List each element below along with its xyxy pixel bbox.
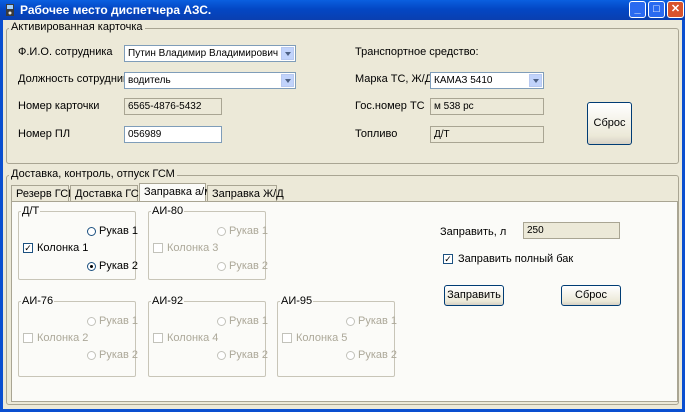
hose2-radio[interactable] xyxy=(217,262,226,271)
fuel-field: Д/Т xyxy=(430,126,544,143)
position-combo[interactable]: водитель xyxy=(124,72,296,89)
app-icon xyxy=(3,3,17,17)
hose2-radio[interactable] xyxy=(87,351,96,360)
hose1-radio[interactable] xyxy=(87,227,96,236)
card-number-label: Номер карточки xyxy=(18,100,100,112)
hose1-radio[interactable] xyxy=(217,317,226,326)
tab-delivery[interactable]: Доставка ГСМ xyxy=(70,185,148,202)
hose1-label: Рукав 1 xyxy=(99,315,139,327)
tab-refuel-car[interactable]: Заправка а/м xyxy=(139,183,212,202)
hose2-radio[interactable] xyxy=(87,262,96,271)
column-label: Колонка 4 xyxy=(167,332,219,344)
hose1-label: Рукав 1 xyxy=(229,315,269,327)
fuel-group-title: АИ-95 xyxy=(280,295,314,307)
check-icon: ✓ xyxy=(444,254,452,264)
hose1-radio[interactable] xyxy=(217,227,226,236)
column-label: Колонка 3 xyxy=(167,242,219,254)
card-reset-button[interactable]: Сброс xyxy=(587,102,632,145)
fuel-group-title: АИ-92 xyxy=(151,295,185,307)
plate-field: м 538 рс xyxy=(430,98,544,115)
fuel-group-title: АИ-76 xyxy=(21,295,55,307)
vehicle-make-combo[interactable]: КАМАЗ 5410 xyxy=(430,72,544,89)
column-checkbox[interactable] xyxy=(23,333,33,343)
fio-combo[interactable]: Путин Владимир Владимирович xyxy=(124,45,296,62)
hose1-label: Рукав 1 xyxy=(229,225,269,237)
hose1-label: Рукав 1 xyxy=(99,225,139,237)
hose1-radio[interactable] xyxy=(346,317,355,326)
hose1-label: Рукав 1 xyxy=(358,315,398,327)
maximize-button[interactable]: □ xyxy=(648,1,665,18)
fuel-group-title: Д/Т xyxy=(21,205,41,217)
chevron-down-icon[interactable] xyxy=(529,74,542,87)
fio-label: Ф.И.О. сотрудника xyxy=(18,46,113,58)
plate-label: Гос.номер ТС xyxy=(355,100,425,112)
refuel-amount-label: Заправить, л xyxy=(440,226,507,238)
close-icon: ✕ xyxy=(670,3,681,15)
vehicle-label: Транспортное средство: xyxy=(355,46,479,58)
pl-number-input[interactable]: 056989 xyxy=(124,126,222,143)
card-number-field: 6565-4876-5432 xyxy=(124,98,222,115)
maximize-icon: □ xyxy=(653,3,660,15)
column-checkbox[interactable] xyxy=(282,333,292,343)
hose2-label: Рукав 2 xyxy=(99,349,139,361)
position-label: Должность сотрудника xyxy=(18,73,135,85)
hose1-radio[interactable] xyxy=(87,317,96,326)
hose2-label: Рукав 2 xyxy=(99,260,139,272)
close-button[interactable]: ✕ xyxy=(667,1,684,18)
tab-reserve[interactable]: Резерв ГСМ xyxy=(11,185,77,202)
position-value: водитель xyxy=(128,75,171,86)
chevron-down-icon[interactable] xyxy=(281,47,294,60)
column-checkbox[interactable] xyxy=(153,333,163,343)
delivery-group-title: Доставка, контроль, отпуск ГСМ xyxy=(9,168,177,180)
hose2-radio[interactable] xyxy=(217,351,226,360)
chevron-down-icon[interactable] xyxy=(281,74,294,87)
pl-number-label: Номер ПЛ xyxy=(18,128,71,140)
window-title: Рабочее место диспетчера АЗС. xyxy=(20,3,212,17)
column-checkbox[interactable]: ✓ xyxy=(23,243,33,253)
column-checkbox[interactable] xyxy=(153,243,163,253)
column-label: Колонка 2 xyxy=(37,332,89,344)
full-tank-checkbox[interactable]: ✓ xyxy=(443,254,453,264)
fuel-group-title: АИ-80 xyxy=(151,205,185,217)
fio-value: Путин Владимир Владимирович xyxy=(128,48,279,59)
vehicle-make-label: Марка ТС, Ж/Д xyxy=(355,73,433,85)
column-label: Колонка 1 xyxy=(37,242,89,254)
hose2-label: Рукав 2 xyxy=(358,349,398,361)
fuel-label: Топливо xyxy=(355,128,398,140)
hose2-label: Рукав 2 xyxy=(229,260,269,272)
hose2-radio[interactable] xyxy=(346,351,355,360)
column-label: Колонка 5 xyxy=(296,332,348,344)
activated-card-title: Активированная карточка xyxy=(9,21,145,33)
check-icon: ✓ xyxy=(24,243,32,253)
refuel-reset-button[interactable]: Сброс xyxy=(561,285,621,306)
refuel-button[interactable]: Заправить xyxy=(444,285,504,306)
minimize-icon: _ xyxy=(634,3,641,15)
minimize-button[interactable]: _ xyxy=(629,1,646,18)
full-tank-label: Заправить полный бак xyxy=(458,253,574,265)
hose2-label: Рукав 2 xyxy=(229,349,269,361)
vehicle-make-value: КАМАЗ 5410 xyxy=(434,75,493,86)
tab-refuel-rail[interactable]: Заправка Ж/Д xyxy=(207,185,284,202)
refuel-amount-field: 250 xyxy=(523,222,620,239)
